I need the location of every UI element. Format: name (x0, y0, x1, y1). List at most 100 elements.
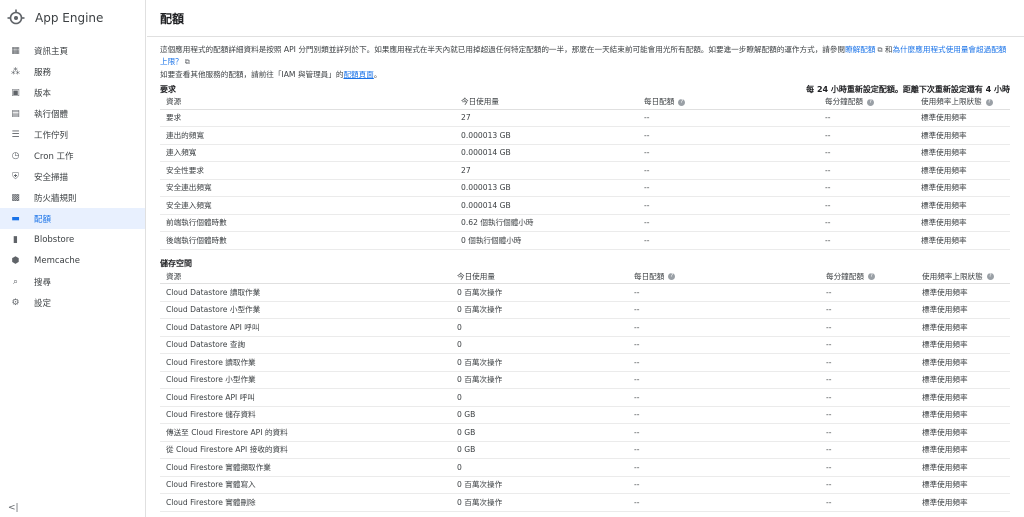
sidebar-item-4[interactable]: ☰ 工作佇列 (0, 124, 145, 145)
table-cell: 連出的頻寬 (160, 126, 455, 145)
table-cell: -- (628, 493, 820, 512)
understand-quotas-link[interactable]: 瞭解配額 (845, 45, 875, 54)
table-cell: Cloud Datastore API 呼叫 (160, 318, 451, 337)
column-header-label: 每日配額 (634, 271, 665, 281)
table-row: Cloud Firestore 實體寫入 0 百萬次操作 -- -- 標準使用頻率 (160, 476, 1010, 494)
sidebar-item-label: Cron 工作 (34, 151, 74, 162)
sidebar-item-2[interactable]: ▣ 版本 (0, 82, 145, 103)
table-cell: 0 GB (451, 406, 628, 424)
column-header-label: 每分鐘配額 (825, 97, 863, 107)
help-icon[interactable]: ? (986, 273, 994, 281)
sidebar-item-8[interactable]: ▬ 配額 (0, 208, 145, 229)
table-cell: 從 Cloud Firestore API 接收的資料 (160, 441, 451, 459)
sidebar-item-5[interactable]: ◷ Cron 工作 (0, 145, 145, 166)
table-row: 前端執行個體時數 0.62 個執行個體小時 -- -- 標準使用頻率 (160, 214, 1010, 232)
sidebar-nav: ▦ 資訊主頁 ⁂ 服務 ▣ 版本 ▤ 執行個體 ☰ 工作佇列 ◷ Cron 工作 ⛨ 安全掃描 ▩ 防火牆規則… (0, 40, 145, 313)
sidebar-item-10[interactable]: ⬢ Memcache (0, 250, 145, 271)
requests-section-header: 要求 每 24 小時重新設定配額。距離下次重新設定還有 4 小時 (160, 83, 1010, 95)
table-cell: -- (820, 388, 916, 407)
table-cell: -- (638, 196, 819, 215)
quota-content: 這個應用程式的配額詳細資料是按照 API 分門別類並詳列於下。如果應用程式在半天… (160, 44, 1010, 512)
table-cell: 前端執行個體時數 (160, 214, 455, 232)
column-header: 使用頻率上限狀態? (915, 95, 1010, 110)
sidebar-item-12[interactable]: ⚙ 設定 (0, 292, 145, 313)
column-header: 每分鐘配額? (820, 269, 916, 284)
table-cell: 0 (451, 336, 628, 354)
sidebar-item-label: 防火牆規則 (34, 193, 77, 204)
table-cell: 標準使用頻率 (915, 214, 1010, 232)
table-cell: -- (819, 196, 915, 215)
table-cell: -- (820, 353, 916, 372)
cron-clock-icon: ◷ (11, 150, 20, 161)
table-cell: -- (628, 476, 820, 494)
table-row: Cloud Firestore 儲存資料 0 GB -- -- 標準使用頻率 (160, 406, 1010, 424)
column-header: 每日配額? (628, 269, 820, 284)
table-cell: -- (638, 109, 819, 127)
sidebar-item-label: 工作佇列 (34, 130, 69, 141)
table-cell: 0.000013 GB (455, 179, 638, 197)
help-icon[interactable]: ? (668, 273, 676, 281)
table-cell: 標準使用頻率 (916, 423, 1010, 442)
table-row: 從 Cloud Firestore API 接收的資料 0 GB -- -- 標準使用頻… (160, 441, 1010, 459)
table-row: Cloud Firestore API 呼叫 0 -- -- 標準使用頻率 (160, 388, 1010, 407)
storage-table-header: 資源 今日使用量 每日配額? 每分鐘配額? 使用頻率上限狀態? (160, 269, 1010, 284)
sidebar-item-7[interactable]: ▩ 防火牆規則 (0, 187, 145, 208)
column-header: 資源 (160, 95, 455, 110)
collapse-sidebar-icon[interactable]: <| (8, 503, 19, 513)
table-cell: -- (820, 441, 916, 459)
table-cell: 0 百萬次操作 (451, 301, 628, 319)
table-cell: -- (820, 458, 916, 477)
sidebar-item-3[interactable]: ▤ 執行個體 (0, 103, 145, 124)
sidebar-item-0[interactable]: ▦ 資訊主頁 (0, 40, 145, 61)
table-cell: -- (819, 109, 915, 127)
sidebar-item-label: 執行個體 (34, 109, 69, 120)
table-row: Cloud Firestore 讀取作業 0 百萬次操作 -- -- 標準使用頻率 (160, 353, 1010, 372)
column-header-label: 使用頻率上限狀態 (921, 97, 982, 107)
search-icon: ⌕ (12, 276, 19, 287)
column-header: 資源 (160, 269, 451, 284)
help-icon[interactable]: ? (678, 98, 686, 106)
table-cell: 標準使用頻率 (915, 144, 1010, 162)
column-header: 每日配額? (638, 95, 819, 110)
memcache-icon: ⬢ (11, 255, 20, 266)
help-icon[interactable]: ? (985, 98, 993, 106)
intro-text-iam: 如要查看其他服務的配額，請前往「IAM 與管理員」的配額頁面。 (160, 69, 1010, 80)
table-cell: -- (819, 161, 915, 180)
app-brand[interactable]: App Engine (0, 0, 145, 36)
quotas-icon: ▬ (11, 213, 20, 224)
sidebar-item-11[interactable]: ⌕ 搜尋 (0, 271, 145, 292)
table-cell: 標準使用頻率 (916, 371, 1010, 389)
table-cell: -- (628, 371, 820, 389)
table-row: Cloud Datastore 小型作業 0 百萬次操作 -- -- 標準使用頻率 (160, 301, 1010, 319)
table-cell: 要求 (160, 109, 455, 127)
table-cell: 安全連出頻寬 (160, 179, 455, 197)
sidebar-item-label: 版本 (34, 88, 52, 99)
table-cell: 0 百萬次操作 (451, 476, 628, 494)
table-cell: 標準使用頻率 (916, 336, 1010, 354)
help-icon[interactable]: ? (867, 273, 875, 281)
help-icon[interactable]: ? (866, 98, 874, 106)
quotas-page-link[interactable]: 配額頁面 (343, 70, 373, 79)
requests-table: 資源 今日使用量 每日配額? 每分鐘配額? 使用頻率上限狀態? 要求 27 -- -- 標準使用… (160, 95, 1010, 250)
sidebar-item-6[interactable]: ⛨ 安全掃描 (0, 166, 145, 187)
table-cell: 標準使用頻率 (915, 231, 1010, 250)
table-cell: 標準使用頻率 (915, 109, 1010, 127)
external-link-icon: ⧉ (877, 46, 883, 54)
sidebar-item-label: 安全掃描 (34, 172, 69, 183)
intro-text-3: 如要查看其他服務的配額，請前往「IAM 與管理員」的 (160, 70, 344, 79)
column-header: 今日使用量 (451, 269, 628, 284)
sidebar-item-1[interactable]: ⁂ 服務 (0, 61, 145, 82)
table-cell: -- (819, 144, 915, 162)
table-cell: -- (819, 179, 915, 197)
table-cell: 0 GB (451, 441, 628, 459)
sidebar-item-label: 搜尋 (34, 277, 52, 288)
table-cell: -- (628, 388, 820, 407)
column-header-label: 每日配額 (644, 97, 675, 107)
table-cell: 標準使用頻率 (916, 353, 1010, 372)
table-cell: Cloud Firestore 實體刪除 (160, 493, 451, 512)
sidebar-item-9[interactable]: ▮ Blobstore (0, 229, 145, 250)
column-header-label: 使用頻率上限狀態 (922, 271, 983, 281)
table-cell: 0 (451, 458, 628, 477)
table-cell: Cloud Firestore 實體擷取作業 (160, 458, 451, 477)
table-cell: -- (638, 214, 819, 232)
